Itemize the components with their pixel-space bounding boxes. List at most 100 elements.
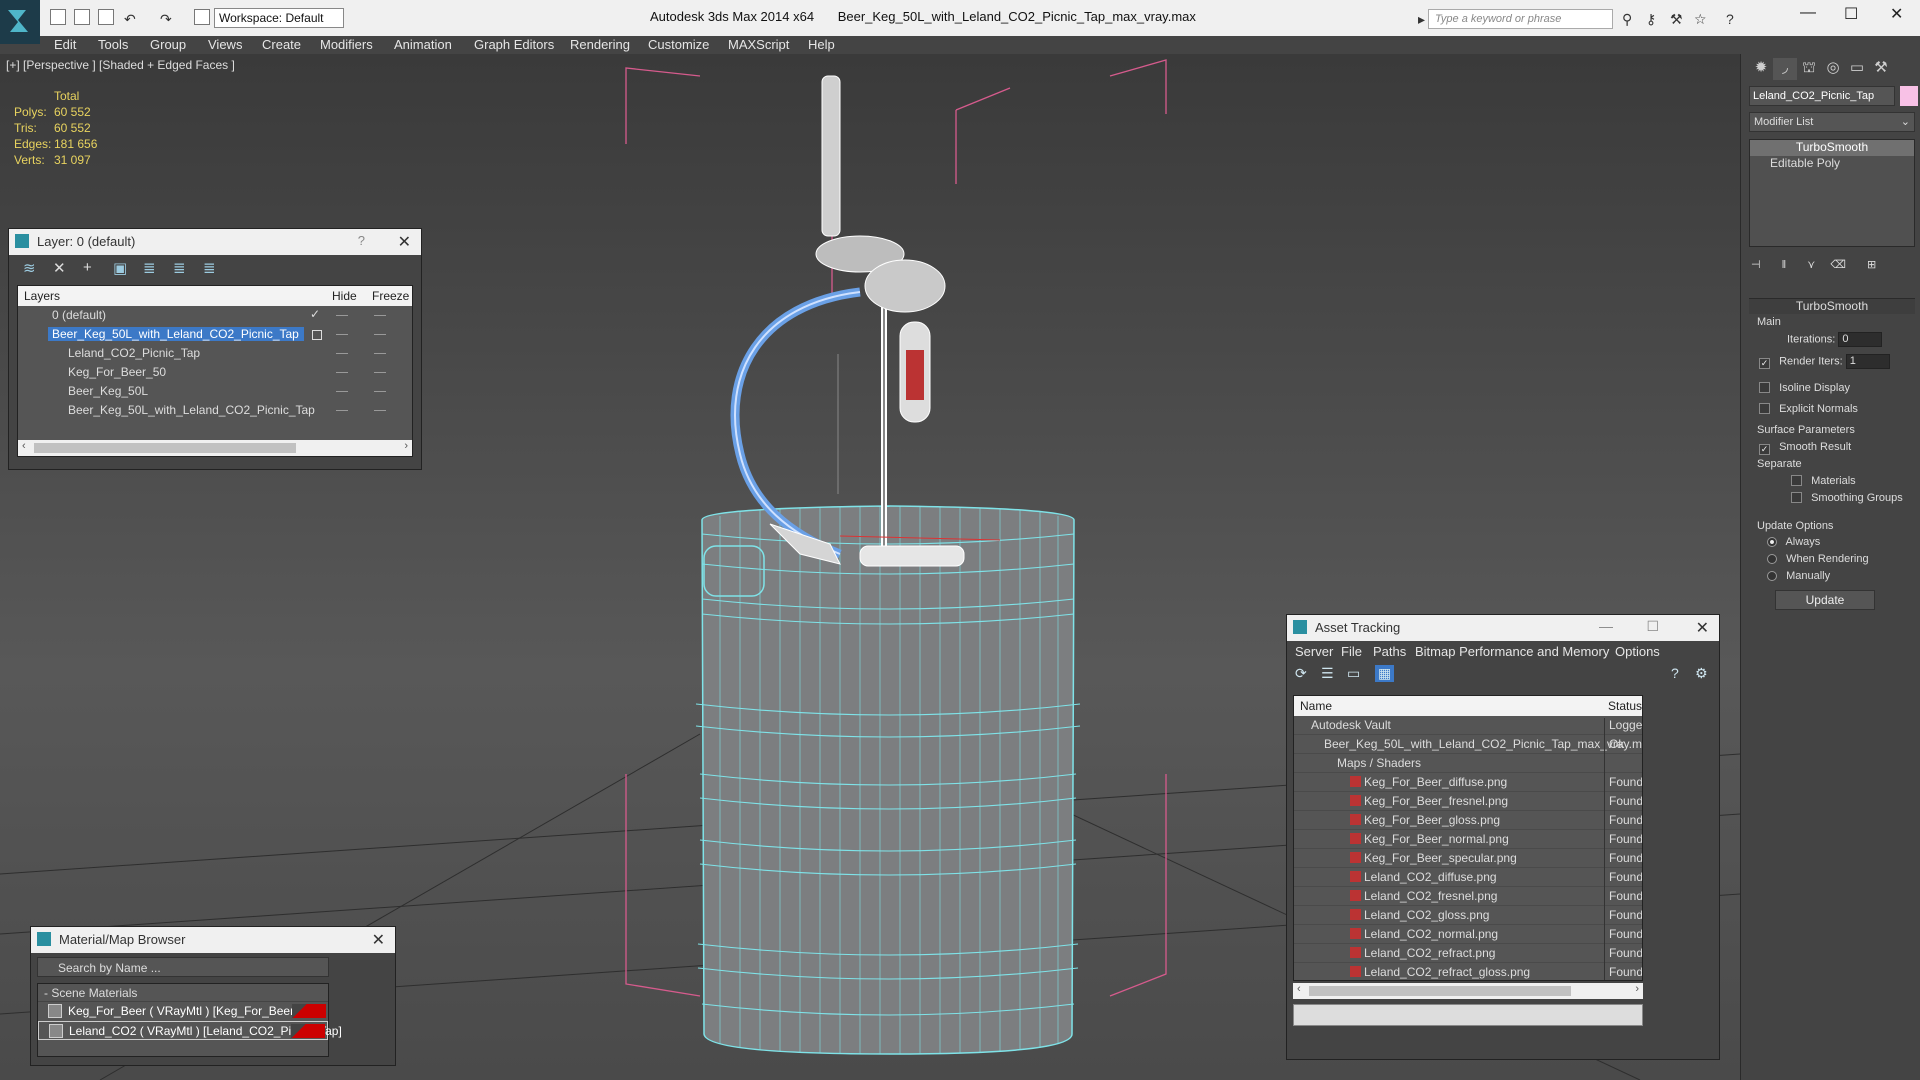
menu-edit[interactable]: Edit (54, 37, 76, 52)
layer-row[interactable]: 0 (default) ✓ (18, 306, 412, 325)
freeze-all-icon[interactable]: ≣ (203, 259, 216, 277)
menu-create[interactable]: Create (262, 37, 301, 52)
settings-icon[interactable]: ⚙ (1695, 665, 1708, 682)
save-file-icon[interactable] (98, 9, 114, 25)
maximize-icon[interactable]: ☐ (1646, 618, 1659, 635)
turbosmooth-rollout-title[interactable]: TurboSmooth (1749, 298, 1915, 314)
open-file-icon[interactable] (74, 9, 90, 25)
menu-bitmap-performance[interactable]: Bitmap Performance and Memory (1415, 644, 1609, 659)
menu-tools[interactable]: Tools (98, 37, 128, 52)
freeze-toggle[interactable] (374, 334, 386, 335)
asset-row[interactable]: Keg_For_Beer_diffuse.png Found (1294, 773, 1642, 794)
scroll-thumb[interactable] (1309, 986, 1571, 996)
search-input[interactable]: Type a keyword or phrase (1428, 9, 1613, 29)
scroll-right-icon[interactable]: › (404, 440, 408, 452)
configure-sets-icon[interactable]: ⊞ (1867, 259, 1876, 271)
freeze-toggle[interactable] (374, 391, 386, 392)
hide-toggle[interactable] (336, 410, 348, 411)
asset-row[interactable]: Beer_Keg_50L_with_Leland_CO2_Picnic_Tap_… (1294, 735, 1642, 756)
render-iters-spinner[interactable]: 1 (1845, 354, 1890, 369)
close-icon[interactable]: ✕ (1890, 4, 1903, 24)
col-name[interactable]: Name (1300, 699, 1332, 713)
menu-server[interactable]: Server (1295, 644, 1333, 659)
search-arrow-icon[interactable]: ▸ (1418, 11, 1425, 28)
freeze-toggle[interactable] (374, 353, 386, 354)
redo-icon[interactable]: ↷ (160, 11, 172, 28)
delete-layer-icon[interactable]: ✕ (53, 259, 66, 277)
col-hide[interactable]: Hide (332, 289, 357, 303)
stack-item-editable-poly[interactable]: Editable Poly (1750, 156, 1914, 172)
layer-horizontal-scrollbar[interactable]: ‹ › (18, 440, 412, 456)
highlight-layer-icon[interactable]: ≣ (143, 259, 156, 277)
menu-graph-editors[interactable]: Graph Editors (474, 37, 554, 52)
table-view-icon[interactable]: ▦ (1375, 665, 1395, 682)
smooth-result-checkbox[interactable]: ✓ (1759, 444, 1770, 455)
freeze-toggle[interactable] (374, 315, 386, 316)
create-tab-icon[interactable]: ✹ (1749, 58, 1773, 80)
menu-customize[interactable]: Customize (648, 37, 709, 52)
asset-row[interactable]: Leland_CO2_diffuse.png Found (1294, 868, 1642, 889)
asset-row[interactable]: Leland_CO2_fresnel.png Found (1294, 887, 1642, 908)
modifier-list-dropdown[interactable]: Modifier List ⌄ (1749, 112, 1915, 132)
current-layer-box[interactable] (312, 330, 322, 340)
asset-tracking-titlebar[interactable]: Asset Tracking — ☐ ✕ (1287, 615, 1719, 641)
pin-stack-icon[interactable]: ⊣ (1751, 259, 1761, 271)
asset-row[interactable]: Keg_For_Beer_specular.png Found (1294, 849, 1642, 870)
new-file-icon[interactable] (50, 9, 66, 25)
asset-row[interactable]: Keg_For_Beer_fresnel.png Found (1294, 792, 1642, 813)
remove-modifier-icon[interactable]: ⌫ (1830, 259, 1846, 271)
layer-dialog-titlebar[interactable]: Layer: 0 (default) ? ✕ (9, 229, 421, 255)
hide-toggle[interactable] (336, 315, 348, 316)
menu-views[interactable]: Views (208, 37, 242, 52)
viewport-label[interactable]: [+] [Perspective ] [Shaded + Edged Faces… (6, 58, 235, 72)
hide-toggle[interactable] (336, 391, 348, 392)
asset-path-field[interactable] (1293, 1004, 1643, 1026)
binoculars-icon[interactable]: ⚲ (1622, 11, 1632, 28)
object-color-swatch[interactable] (1900, 86, 1918, 106)
hide-all-icon[interactable]: ≣ (173, 259, 186, 277)
manually-radio[interactable] (1767, 571, 1777, 581)
asset-row[interactable]: Leland_CO2_gloss.png Found (1294, 906, 1642, 927)
iterations-spinner[interactable]: 0 (1838, 332, 1883, 347)
explicit-normals-checkbox[interactable] (1759, 403, 1770, 414)
close-icon[interactable]: ✕ (372, 930, 385, 950)
material-item[interactable]: Keg_For_Beer ( VRayMtl ) [Keg_For_Beer_5… (38, 1002, 328, 1021)
help-icon[interactable]: ? (1726, 11, 1734, 27)
layer-row[interactable]: Beer_Keg_50L (18, 382, 412, 401)
menu-group[interactable]: Group (150, 37, 186, 52)
always-radio[interactable] (1767, 537, 1777, 547)
asset-horizontal-scrollbar[interactable]: ‹ › (1293, 983, 1643, 999)
scroll-left-icon[interactable]: ‹ (1297, 983, 1301, 995)
menu-modifiers[interactable]: Modifiers (320, 37, 373, 52)
update-button[interactable]: Update (1775, 590, 1875, 610)
scroll-left-icon[interactable]: ‹ (22, 440, 26, 452)
freeze-toggle[interactable] (374, 410, 386, 411)
make-unique-icon[interactable]: ⋎ (1807, 259, 1815, 271)
favorites-star-icon[interactable]: ☆ (1694, 11, 1707, 28)
isoline-checkbox[interactable] (1759, 382, 1770, 393)
col-status[interactable]: Status (1608, 699, 1642, 713)
col-layers[interactable]: Layers (24, 289, 60, 303)
layer-row[interactable]: Leland_CO2_Picnic_Tap (18, 344, 412, 363)
when-rendering-radio[interactable] (1767, 554, 1777, 564)
scroll-thumb[interactable] (34, 443, 296, 453)
scroll-right-icon[interactable]: › (1635, 983, 1639, 995)
smoothing-groups-checkbox[interactable] (1791, 492, 1802, 503)
hierarchy-tab-icon[interactable]: ⛫ (1797, 59, 1821, 81)
help-icon[interactable]: ? (358, 233, 365, 248)
app-menu-button[interactable] (0, 0, 40, 44)
undo-icon[interactable]: ↶ (124, 11, 136, 28)
modify-tab-icon[interactable]: ◞ (1773, 58, 1797, 80)
asset-row[interactable]: Autodesk VaultLogged O (1294, 716, 1642, 737)
subscription-icon[interactable]: ⚷ (1646, 11, 1656, 28)
menu-rendering[interactable]: Rendering (570, 37, 630, 52)
menu-animation[interactable]: Animation (394, 37, 452, 52)
material-browser-titlebar[interactable]: Material/Map Browser ✕ (31, 927, 395, 953)
freeze-toggle[interactable] (374, 372, 386, 373)
minimize-icon[interactable]: — (1599, 618, 1613, 634)
asset-row[interactable]: Keg_For_Beer_gloss.png Found (1294, 811, 1642, 832)
scene-materials-group[interactable]: - Scene Materials (38, 984, 328, 1002)
asset-row[interactable]: Leland_CO2_normal.png Found (1294, 925, 1642, 946)
layer-row[interactable]: Beer_Keg_50L_with_Leland_CO2_Picnic_Tap (18, 401, 412, 420)
col-freeze[interactable]: Freeze (372, 289, 409, 303)
